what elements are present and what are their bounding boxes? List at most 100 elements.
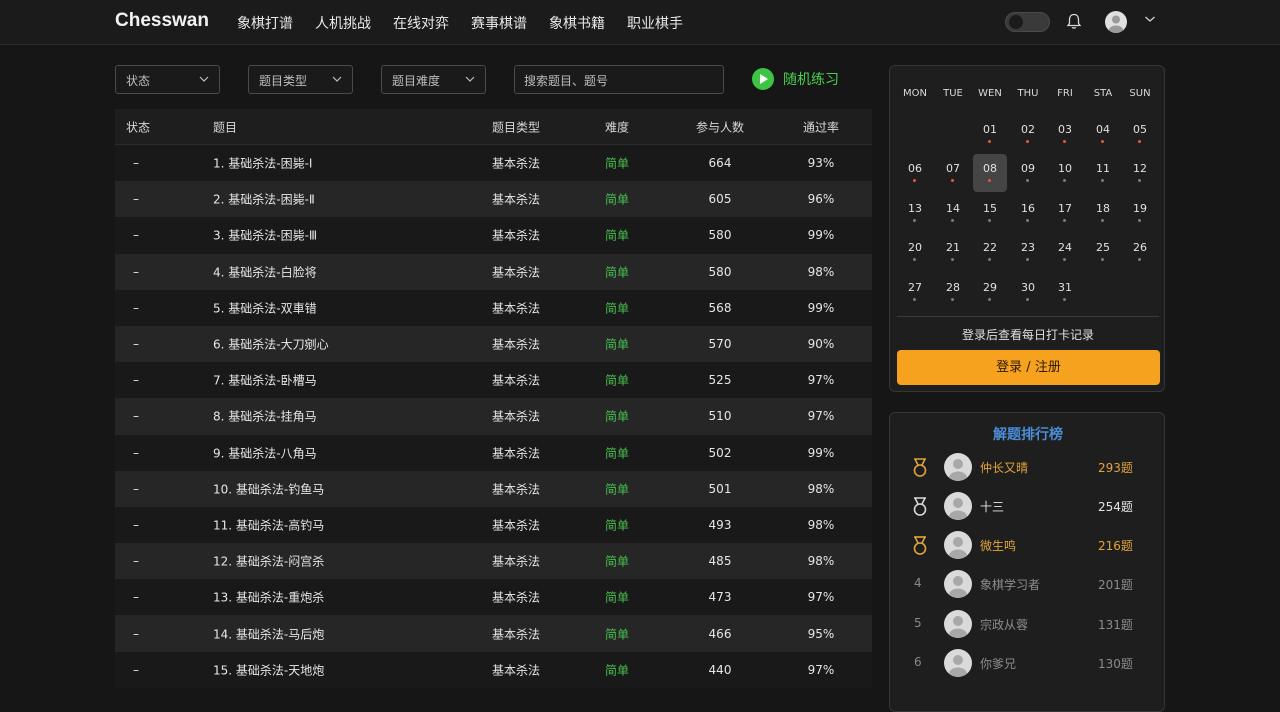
calendar-day[interactable]: 02 xyxy=(1011,115,1045,153)
calendar-day[interactable]: 09 xyxy=(1011,154,1045,192)
header-participants[interactable]: 参与人数 xyxy=(695,118,745,135)
calendar-day[interactable]: 14 xyxy=(936,194,970,232)
type-filter[interactable]: 题目类型 xyxy=(248,65,353,94)
user-name[interactable]: 十三 xyxy=(980,498,1004,515)
row-title[interactable]: 7. 基础杀法-卧槽马 xyxy=(213,372,317,389)
nav-item-xiangqi-books[interactable]: 象棋书籍 xyxy=(549,13,605,33)
calendar-day[interactable]: 22 xyxy=(973,233,1007,271)
login-register-button[interactable]: 登录 / 注册 xyxy=(897,350,1160,385)
avatar[interactable] xyxy=(944,610,972,638)
row-title[interactable]: 1. 基础杀法-困毙-Ⅰ xyxy=(213,155,312,172)
calendar-day[interactable]: 21 xyxy=(936,233,970,271)
user-name[interactable]: 象棋学习者 xyxy=(980,576,1040,593)
row-title[interactable]: 4. 基础杀法-白脸将 xyxy=(213,263,317,280)
calendar-day[interactable]: 10 xyxy=(1048,154,1082,192)
nav-item-online-play[interactable]: 在线对弈 xyxy=(393,13,449,33)
row-title[interactable]: 10. 基础杀法-钓鱼马 xyxy=(213,480,324,497)
table-row[interactable]: – 6. 基础杀法-大刀剜心 基本杀法 简单 570 90% xyxy=(115,325,872,363)
avatar[interactable] xyxy=(944,649,972,677)
table-row[interactable]: – 12. 基础杀法-闷宫杀 基本杀法 简单 485 98% xyxy=(115,543,872,580)
row-title[interactable]: 9. 基础杀法-八角马 xyxy=(213,444,317,461)
user-name[interactable]: 你爹兄 xyxy=(980,655,1016,672)
status-filter[interactable]: 状态 xyxy=(115,65,220,94)
search-input[interactable]: 搜索题目、题号 xyxy=(514,65,724,94)
calendar-day[interactable]: 31 xyxy=(1048,273,1082,311)
nav-item-tournament-records[interactable]: 赛事棋谱 xyxy=(471,13,527,33)
calendar-day[interactable]: 16 xyxy=(1011,194,1045,232)
avatar[interactable] xyxy=(944,492,972,520)
row-title[interactable]: 12. 基础杀法-闷宫杀 xyxy=(213,553,324,570)
table-row[interactable]: – 10. 基础杀法-钓鱼马 基本杀法 简单 501 98% xyxy=(115,470,872,507)
nav-item-xiangqi-record[interactable]: 象棋打谱 xyxy=(237,13,293,33)
row-title[interactable]: 8. 基础杀法-挂角马 xyxy=(213,408,317,425)
calendar-day[interactable]: 27 xyxy=(898,273,932,311)
ranking-row[interactable]: 4 象棋学习者 201题 xyxy=(890,569,1164,599)
bell-icon[interactable] xyxy=(1066,13,1082,30)
calendar-day[interactable]: 24 xyxy=(1048,233,1082,271)
row-title[interactable]: 11. 基础杀法-高钓马 xyxy=(213,516,324,533)
calendar-day[interactable]: 17 xyxy=(1048,194,1082,232)
table-row[interactable]: – 15. 基础杀法-天地炮 基本杀法 简单 440 97% xyxy=(115,651,872,688)
table-row[interactable]: – 4. 基础杀法-白脸将 基本杀法 简单 580 98% xyxy=(115,253,872,290)
avatar[interactable] xyxy=(944,453,972,481)
theme-toggle[interactable] xyxy=(1005,12,1050,32)
header-difficulty[interactable]: 难度 xyxy=(605,118,629,135)
ranking-row[interactable]: 十三 254题 xyxy=(890,491,1164,521)
calendar-day[interactable]: 25 xyxy=(1086,233,1120,271)
table-row[interactable]: – 3. 基础杀法-困毙-Ⅲ 基本杀法 简单 580 99% xyxy=(115,217,872,254)
header-status[interactable]: 状态 xyxy=(126,118,150,135)
calendar-day[interactable]: 05 xyxy=(1123,115,1157,153)
table-row[interactable]: – 2. 基础杀法-困毙-Ⅱ 基本杀法 简单 605 96% xyxy=(115,181,872,218)
calendar-day[interactable]: 19 xyxy=(1123,194,1157,232)
table-row[interactable]: – 11. 基础杀法-高钓马 基本杀法 简单 493 98% xyxy=(115,506,872,544)
row-title[interactable]: 2. 基础杀法-困毙-Ⅱ xyxy=(213,191,315,208)
table-row[interactable]: – 13. 基础杀法-重炮杀 基本杀法 简单 473 97% xyxy=(115,579,872,616)
calendar-day[interactable]: 08 xyxy=(973,154,1007,192)
nav-item-pro-players[interactable]: 职业棋手 xyxy=(627,13,683,33)
calendar-day[interactable]: 07 xyxy=(936,154,970,192)
row-title[interactable]: 14. 基础杀法-马后炮 xyxy=(213,625,324,642)
row-title[interactable]: 13. 基础杀法-重炮杀 xyxy=(213,589,324,606)
table-row[interactable]: – 1. 基础杀法-困毙-Ⅰ 基本杀法 简单 664 93% xyxy=(115,145,872,182)
table-row[interactable]: – 5. 基础杀法-双車错 基本杀法 简单 568 99% xyxy=(115,289,872,326)
nav-item-vs-computer[interactable]: 人机挑战 xyxy=(315,13,371,33)
calendar-day[interactable]: 03 xyxy=(1048,115,1082,153)
table-row[interactable]: – 14. 基础杀法-马后炮 基本杀法 简单 466 95% xyxy=(115,615,872,652)
calendar-day[interactable]: 29 xyxy=(973,273,1007,311)
calendar-day[interactable]: 26 xyxy=(1123,233,1157,271)
ranking-row[interactable]: 5 宗政从蓉 131题 xyxy=(890,609,1164,639)
calendar-day[interactable]: 18 xyxy=(1086,194,1120,232)
calendar-day[interactable]: 15 xyxy=(973,194,1007,232)
calendar-day[interactable]: 11 xyxy=(1086,154,1120,192)
difficulty-filter[interactable]: 题目难度 xyxy=(381,65,486,94)
ranking-row[interactable]: 6 你爹兄 130题 xyxy=(890,648,1164,678)
row-title[interactable]: 3. 基础杀法-困毙-Ⅲ xyxy=(213,227,317,244)
calendar-day[interactable]: 12 xyxy=(1123,154,1157,192)
calendar-day[interactable]: 01 xyxy=(973,115,1007,153)
table-row[interactable]: – 9. 基础杀法-八角马 基本杀法 简单 502 99% xyxy=(115,434,872,471)
site-logo[interactable]: Chesswan xyxy=(115,10,209,32)
chevron-down-icon[interactable] xyxy=(1144,14,1156,24)
table-row[interactable]: – 8. 基础杀法-挂角马 基本杀法 简单 510 97% xyxy=(115,398,872,435)
ranking-row[interactable]: 仲长又晴 293题 xyxy=(890,452,1164,482)
calendar-day[interactable]: 28 xyxy=(936,273,970,311)
calendar-day[interactable]: 20 xyxy=(898,233,932,271)
table-row[interactable]: – 7. 基础杀法-卧槽马 基本杀法 简单 525 97% xyxy=(115,362,872,399)
user-name[interactable]: 仲长又晴 xyxy=(980,459,1028,476)
calendar-day[interactable]: 13 xyxy=(898,194,932,232)
row-title[interactable]: 15. 基础杀法-天地炮 xyxy=(213,661,324,678)
calendar-day[interactable]: 23 xyxy=(1011,233,1045,271)
calendar-day[interactable]: 04 xyxy=(1086,115,1120,153)
avatar[interactable] xyxy=(944,570,972,598)
user-name[interactable]: 微生鸣 xyxy=(980,537,1016,554)
random-practice-button[interactable]: 随机练习 xyxy=(752,68,839,90)
ranking-row[interactable]: 微生鸣 216题 xyxy=(890,530,1164,560)
user-name[interactable]: 宗政从蓉 xyxy=(980,616,1028,633)
header-pass-rate[interactable]: 通过率 xyxy=(801,118,841,135)
row-title[interactable]: 5. 基础杀法-双車错 xyxy=(213,299,317,316)
avatar[interactable] xyxy=(944,531,972,559)
row-title[interactable]: 6. 基础杀法-大刀剜心 xyxy=(213,336,329,353)
user-avatar[interactable] xyxy=(1105,11,1127,33)
calendar-day[interactable]: 06 xyxy=(898,154,932,192)
calendar-day[interactable]: 30 xyxy=(1011,273,1045,311)
